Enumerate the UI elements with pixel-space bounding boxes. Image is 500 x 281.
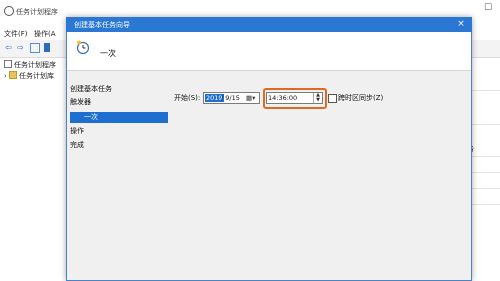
clock-wizard-icon	[76, 40, 90, 54]
step-one-time[interactable]: 一次	[70, 112, 168, 123]
start-label: 开始(S):	[174, 94, 201, 102]
step-create-basic-task[interactable]: 创建基本任务	[70, 84, 168, 95]
task-scheduler-title: 任务计划程序	[16, 8, 58, 16]
console-tree-icon[interactable]	[30, 43, 40, 53]
back-arrow-icon[interactable]: ⇦	[4, 43, 13, 52]
maximize-icon[interactable]: ☐	[484, 3, 492, 13]
forward-arrow-icon[interactable]: ⇨	[16, 43, 25, 52]
step-finish[interactable]: 完成	[70, 140, 168, 151]
folder-icon	[9, 71, 18, 79]
clock-icon	[4, 60, 12, 68]
tree-item-task-scheduler[interactable]: 任务计划程序	[4, 60, 56, 70]
step-action[interactable]: 操作	[70, 126, 168, 137]
menu-file[interactable]: 文件(F)	[4, 29, 28, 39]
start-date-month-day[interactable]: / 9/15	[221, 94, 240, 102]
console-tree-pane	[0, 58, 73, 281]
close-icon[interactable]: ×	[453, 17, 469, 32]
start-time-value[interactable]: 14:36:00	[268, 94, 297, 102]
dialog-header	[67, 32, 471, 71]
sync-timezone-label[interactable]: 跨时区同步(Z)	[338, 93, 383, 103]
dialog-header-title: 一次	[100, 49, 116, 58]
sync-timezone-checkbox[interactable]	[328, 94, 337, 103]
menu-action[interactable]: 操作(A	[34, 29, 56, 39]
help-icon[interactable]	[44, 43, 50, 52]
dialog-title: 创建基本任务向导	[74, 21, 130, 29]
time-spinner-icon[interactable]: ▲ ▼	[313, 93, 322, 103]
step-trigger[interactable]: 触发器	[70, 97, 168, 108]
tree-item-task-library[interactable]: › 任务计划库	[4, 71, 54, 81]
calendar-dropdown-icon[interactable]: ▦▾	[246, 94, 255, 102]
task-scheduler-app-icon	[4, 6, 14, 16]
